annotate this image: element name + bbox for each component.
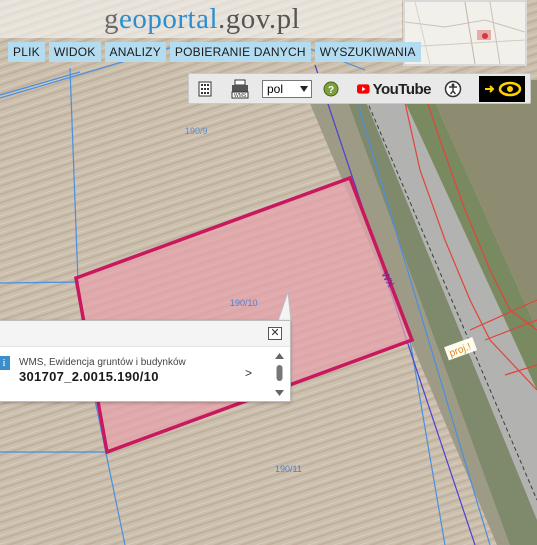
layer-name: WMS, Ewidencja gruntów i budynków <box>19 357 186 368</box>
parcel-label-190-9: 190/9 <box>185 126 208 136</box>
tools-toolbar: WMS pol ? YouTube <box>188 73 531 104</box>
main-menu: PLIK WIDOK ANALIZY POBIERANIE DANYCH WYS… <box>8 42 421 62</box>
youtube-label: YouTube <box>372 80 432 98</box>
chevron-right-icon[interactable]: > <box>245 366 252 380</box>
scroll-down-icon <box>275 390 284 396</box>
parcel-id[interactable]: 301707_2.0015.190/10 <box>19 369 159 384</box>
popup-header <box>0 321 290 347</box>
popup-pointer <box>278 292 292 322</box>
parcel-label-190-11: 190/11 <box>275 464 302 474</box>
close-button[interactable]: ✕ <box>268 327 282 340</box>
scroll-up-icon <box>275 353 284 359</box>
logo-part-eoportal: eoportal <box>119 3 219 35</box>
menu-item-plik[interactable]: PLIK <box>8 42 45 62</box>
help-icon[interactable]: ? <box>321 78 341 100</box>
chevron-down-icon <box>300 86 308 92</box>
svg-text:?: ? <box>328 85 334 96</box>
menu-item-wyszukiwania[interactable]: WYSZUKIWANIA <box>314 42 421 62</box>
menu-item-pobieranie-danych[interactable]: POBIERANIE DANYCH <box>169 42 311 62</box>
popup-scrollbar[interactable] <box>272 352 287 398</box>
geoportal-logo[interactable]: geoportal.gov.pl <box>104 3 300 36</box>
youtube-icon <box>357 84 370 94</box>
language-select[interactable]: pol <box>262 80 312 98</box>
minimap-graphic <box>405 2 525 64</box>
youtube-button[interactable]: YouTube <box>357 78 432 100</box>
overview-minimap[interactable] <box>403 0 527 66</box>
logo-part-gov-pl: .gov.pl <box>218 3 301 35</box>
high-contrast-button[interactable] <box>479 76 525 102</box>
eye-icon <box>485 81 522 97</box>
menu-item-analizy[interactable]: ANALIZY <box>104 42 166 62</box>
info-icon: i <box>0 356 10 370</box>
logo-part-g: g <box>104 3 119 35</box>
accessibility-icon[interactable] <box>443 78 463 100</box>
language-value: pol <box>267 82 284 96</box>
menu-item-widok[interactable]: WIDOK <box>48 42 101 62</box>
parcel-label-190-10: 190/10 <box>230 298 258 308</box>
calculator-icon[interactable] <box>196 78 214 100</box>
wms-printer-icon[interactable]: WMS <box>229 78 251 100</box>
app-header: geoportal.gov.pl PLIK WIDOK ANALIZY POBI… <box>0 0 537 68</box>
svg-text:WMS: WMS <box>234 93 247 99</box>
